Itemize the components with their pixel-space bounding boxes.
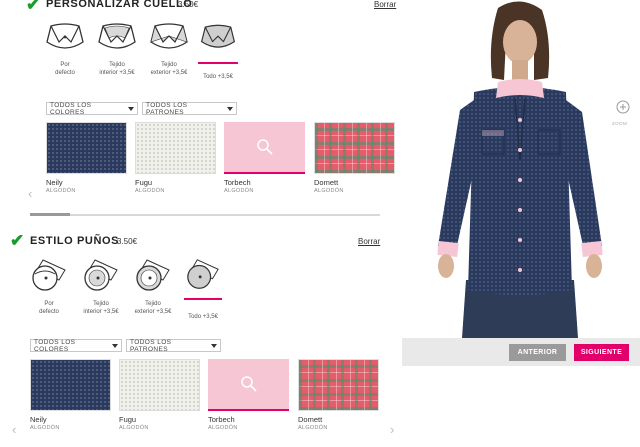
cuff-color-filter[interactable]: TODOS LOS COLORES: [30, 338, 122, 353]
collar-option-default[interactable]: Por defecto: [42, 20, 88, 77]
zoom-icon[interactable]: [616, 100, 630, 116]
collar-inner-icon: [98, 23, 136, 49]
fabric-scrollbar-track[interactable]: [30, 214, 380, 216]
cuff-default-icon: [32, 259, 66, 291]
collar-color-filter[interactable]: TODOS LOS COLORES: [46, 101, 138, 116]
fabric-swatch-domett[interactable]: [298, 359, 379, 411]
collar-option-label: Tejido interior +3,5€: [99, 62, 135, 77]
fabric-name: Neily: [30, 415, 47, 424]
fabric-item[interactable]: Neily ALGODÓN: [46, 122, 127, 194]
fabric-material: ALGODÓN: [208, 425, 238, 431]
cuff-pattern-filter[interactable]: TODOS LOS PATRONES: [126, 338, 221, 353]
cuff-option-inner[interactable]: Tejido interior +3,5€: [80, 256, 122, 316]
collar-option-all[interactable]: Todo +3,5€: [198, 20, 238, 81]
fabric-swatch-torbech[interactable]: [224, 122, 305, 174]
fabric-swatch-neily[interactable]: [30, 359, 111, 411]
collar-reset-link[interactable]: Borrar: [374, 0, 396, 9]
collar-default-icon: [46, 23, 84, 49]
fabric-swatch-torbech[interactable]: [208, 359, 289, 411]
fabric-item[interactable]: Fugu ALGODÓN: [119, 359, 200, 431]
fabric-swatch-fugu[interactable]: [135, 122, 216, 174]
collar-option-label: Todo +3,5€: [203, 74, 233, 80]
fabric-name: Torbech: [208, 415, 235, 424]
collar-option-label: Por defecto: [55, 62, 75, 77]
chevron-left-icon[interactable]: ‹: [28, 186, 32, 201]
fabric-item[interactable]: Neily ALGODÓN: [30, 359, 111, 431]
fabric-name: Neily: [46, 178, 63, 187]
chevron-down-icon: [112, 343, 118, 348]
magnifier-icon[interactable]: [256, 138, 274, 156]
pattern-filter-label: TODOS LOS PATRONES: [146, 101, 188, 116]
collar-pattern-filter[interactable]: TODOS LOS PATRONES: [142, 101, 237, 116]
collar-section-title: PERSONALIZAR CUELLO: [46, 0, 193, 10]
model-shirt-image: [437, 1, 603, 338]
selected-indicator: [184, 298, 222, 300]
collar-option-outer[interactable]: Tejido exterior +3,5€: [146, 20, 192, 77]
cuff-option-all[interactable]: Todo +3,5€: [184, 256, 222, 321]
fabric-material: ALGODÓN: [46, 188, 76, 194]
chevron-right-icon[interactable]: ›: [390, 422, 394, 437]
cuff-option-default[interactable]: Por defecto: [28, 256, 70, 316]
chevron-down-icon: [227, 106, 233, 111]
pattern-filter-label: TODOS LOS PATRONES: [130, 338, 172, 353]
next-button[interactable]: SIGUIENTE: [574, 344, 629, 361]
fabric-swatch-fugu[interactable]: [119, 359, 200, 411]
collar-price: 3.50€: [178, 0, 199, 9]
fabric-material: ALGODÓN: [314, 188, 344, 194]
color-filter-label: TODOS LOS COLORES: [50, 101, 92, 116]
cuff-inner-icon: [84, 259, 118, 291]
chevron-left-icon[interactable]: ‹: [12, 422, 16, 437]
fabric-item[interactable]: Domett ALGODÓN: [298, 359, 379, 431]
checkmark-icon: ✔: [10, 231, 25, 250]
checkmark-icon: ✔: [26, 0, 41, 14]
fabric-swatch-domett[interactable]: [314, 122, 395, 174]
cuff-outer-icon: [136, 259, 170, 291]
fabric-item[interactable]: Fugu ALGODÓN: [135, 122, 216, 194]
fabric-material: ALGODÓN: [135, 188, 165, 194]
cuff-option-label: Tejido exterior +3,5€: [134, 301, 172, 316]
color-filter-label: TODOS LOS COLORES: [34, 338, 76, 353]
collar-all-icon: [200, 24, 236, 48]
fabric-item-selected[interactable]: Torbech ALGODÓN: [224, 122, 305, 194]
fabric-material: ALGODÓN: [298, 425, 328, 431]
selected-indicator: [198, 62, 238, 64]
fabric-item[interactable]: Domett ALGODÓN: [314, 122, 395, 194]
magnifier-icon[interactable]: [240, 375, 258, 393]
fabric-name: Fugu: [135, 178, 153, 187]
zoom-label: ZOOM: [612, 121, 628, 126]
fabric-name: Domett: [314, 178, 339, 187]
fabric-item-selected[interactable]: Torbech ALGODÓN: [208, 359, 289, 431]
fabric-name: Fugu: [119, 415, 137, 424]
chevron-down-icon: [211, 343, 217, 348]
fabric-scrollbar-thumb[interactable]: [30, 213, 70, 216]
cuff-option-label: Todo +3,5€: [188, 314, 218, 320]
cuff-option-label: Por defecto: [39, 301, 59, 316]
fabric-material: ALGODÓN: [119, 425, 149, 431]
cuff-price: 3.50€: [117, 237, 138, 246]
cuff-all-icon: [187, 259, 219, 289]
cuff-option-label: Tejido interior +3,5€: [83, 301, 119, 316]
fabric-material: ALGODÓN: [30, 425, 60, 431]
previous-button[interactable]: ANTERIOR: [509, 344, 566, 361]
cuff-reset-link[interactable]: Borrar: [358, 237, 380, 246]
chevron-down-icon: [128, 106, 134, 111]
fabric-name: Torbech: [224, 178, 251, 187]
cuff-section-title: ESTILO PUÑOS: [30, 235, 120, 247]
collar-outer-icon: [150, 23, 188, 49]
cuff-option-outer[interactable]: Tejido exterior +3,5€: [132, 256, 174, 316]
fabric-material: ALGODÓN: [224, 188, 254, 194]
fabric-swatch-neily[interactable]: [46, 122, 127, 174]
fabric-name: Domett: [298, 415, 323, 424]
shirt-preview-panel: ZOOM: [402, 0, 640, 366]
collar-option-inner[interactable]: Tejido interior +3,5€: [94, 20, 140, 77]
collar-option-label: Tejido exterior +3,5€: [150, 62, 188, 77]
